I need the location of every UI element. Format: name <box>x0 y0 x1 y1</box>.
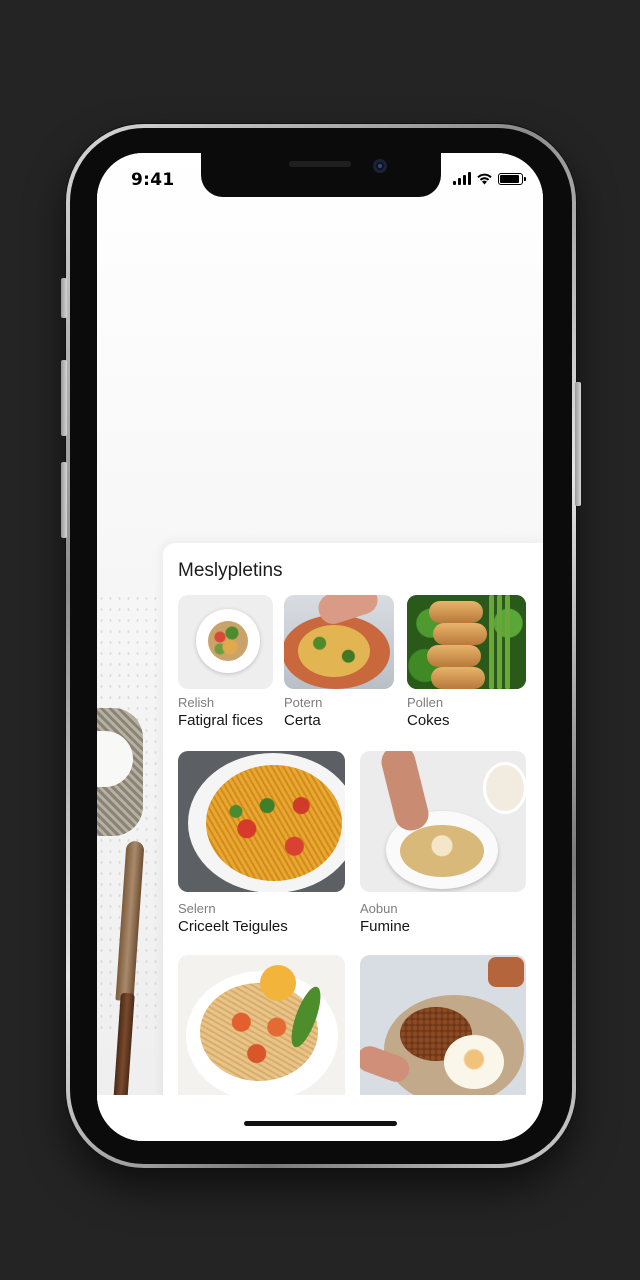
pasta-tomato-photo <box>178 751 345 892</box>
section-title: Meslypletins <box>178 560 283 581</box>
mute-switch <box>61 278 67 318</box>
power-button <box>575 382 581 506</box>
phone-screen: 9:41 Meslypletins Relish Fatigral fices <box>97 153 543 1141</box>
recipe-name[interactable]: Criceelt Teigules <box>178 918 288 935</box>
recipe-name[interactable]: Certa <box>284 712 321 729</box>
recipe-name[interactable]: Fatigral fices <box>178 712 263 729</box>
battery-icon <box>498 173 526 185</box>
recipe-name[interactable]: Cokes <box>407 712 450 729</box>
front-camera-icon <box>373 159 387 173</box>
earpiece-speaker <box>289 161 351 167</box>
tomato-spaghetti-photo <box>178 955 345 1103</box>
recipe-card-4[interactable] <box>178 751 345 892</box>
recipe-card-1[interactable] <box>178 595 273 689</box>
recipe-category: Selern <box>178 901 216 916</box>
crusted-dish-photo <box>284 595 394 689</box>
volume-down-button <box>61 462 67 538</box>
recipe-card-7[interactable] <box>360 955 526 1103</box>
recipe-category: Pollen <box>407 695 444 710</box>
recipe-card-6[interactable] <box>178 955 345 1103</box>
recipe-section-card: Meslypletins Relish Fatigral fices Poter… <box>163 543 543 1103</box>
bread-greens-photo <box>407 595 526 689</box>
recipe-card-2[interactable] <box>284 595 394 689</box>
minced-meat-egg-photo <box>360 955 526 1103</box>
notch <box>201 153 441 197</box>
plated-dish-photo <box>360 751 526 892</box>
bottom-safe-area <box>97 1095 543 1141</box>
recipe-category: Aobun <box>360 901 398 916</box>
volume-up-button <box>61 360 67 436</box>
recipe-name[interactable]: Fumine <box>360 918 410 935</box>
recipe-card-3[interactable] <box>407 595 526 689</box>
recipe-category: Relish <box>178 695 215 710</box>
status-indicators <box>453 172 526 185</box>
recipe-card-5[interactable] <box>360 751 526 892</box>
veggie-plate-photo <box>178 595 273 689</box>
signal-bars-icon <box>453 172 471 185</box>
home-indicator[interactable] <box>244 1121 397 1126</box>
battery-level-fill <box>500 175 519 183</box>
wifi-icon <box>477 173 492 185</box>
recipe-category: Potern <box>284 695 323 710</box>
status-time: 9:41 <box>131 170 175 190</box>
